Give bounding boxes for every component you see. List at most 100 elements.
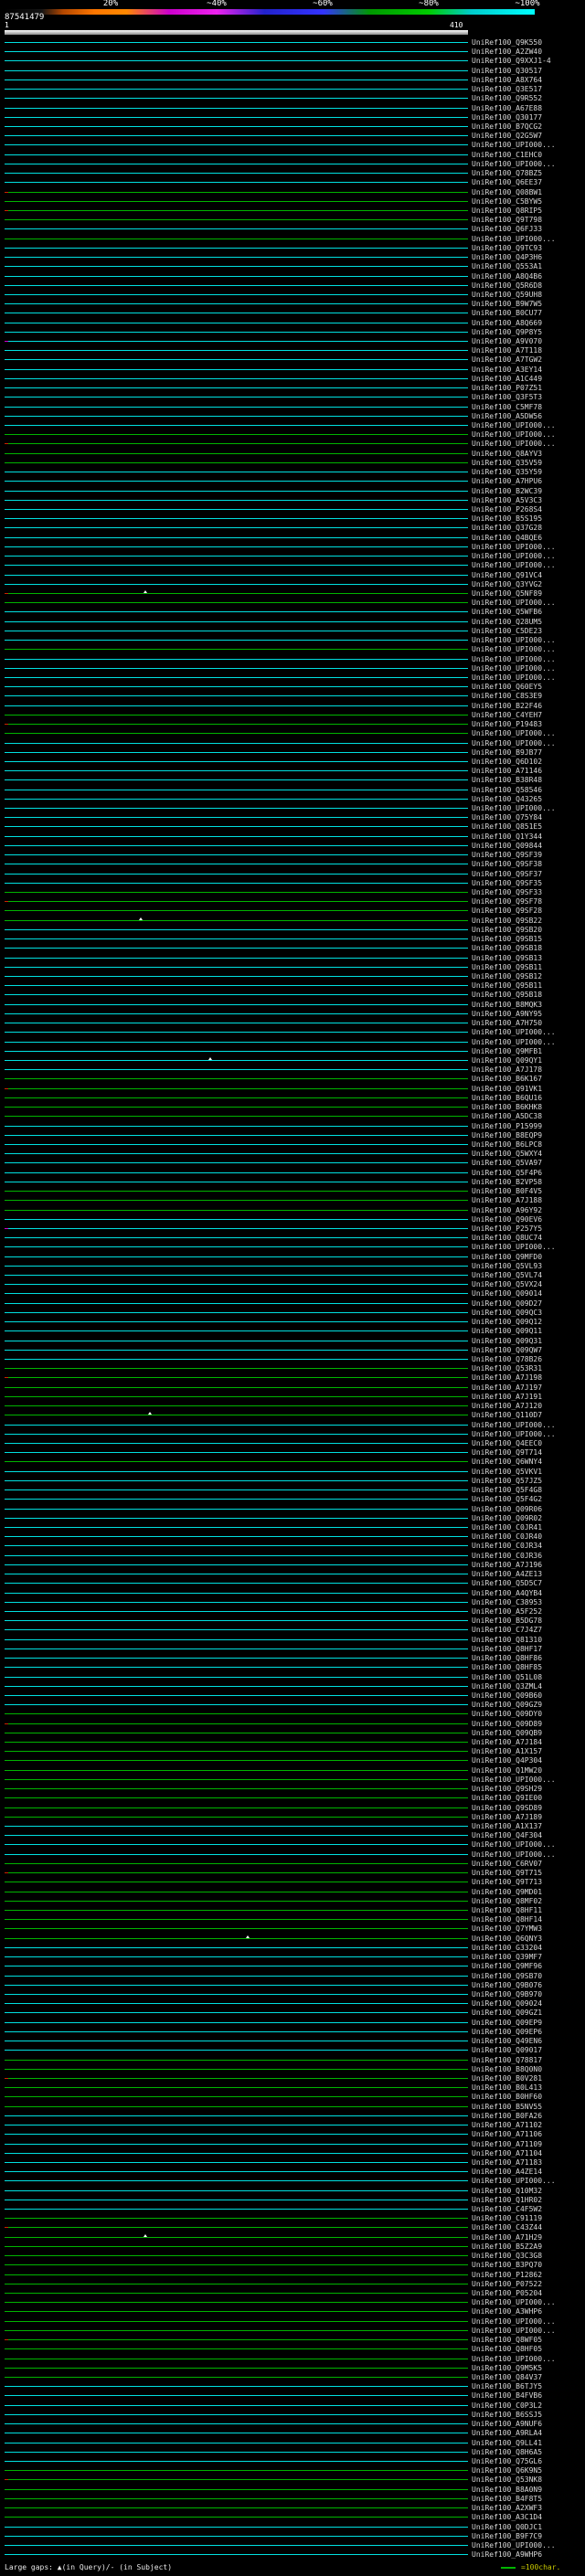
hit-line (5, 565, 468, 567)
hit-line (5, 1349, 468, 1351)
hit-label: UniRef100_UPI000... (472, 663, 556, 673)
low-identity-tick (5, 1087, 8, 1089)
hit-line (5, 1956, 468, 1958)
hit-row: UniRef100_A8Q4B6 (0, 271, 585, 281)
hit-row: UniRef100_Q09D89 (0, 1719, 585, 1728)
hit-row: UniRef100_Q09R06 (0, 1504, 585, 1513)
hit-label: UniRef100_UPI000... (472, 2298, 556, 2307)
hit-label: UniRef100_UPI000... (472, 673, 556, 682)
hit-label: UniRef100_UPI000... (472, 552, 556, 561)
hit-row: UniRef100_UPI000... (0, 551, 585, 560)
hit-label: UniRef100_A7J191 (472, 1392, 543, 1401)
gap-marker-icon (144, 589, 148, 593)
hit-row: UniRef100_P05204 (0, 2288, 585, 2297)
hit-row: UniRef100_A4ZE13 (0, 1569, 585, 1578)
hit-label: UniRef100_A7J198 (472, 1373, 543, 1383)
hit-row: UniRef100_B6TJY5 (0, 2381, 585, 2390)
low-identity-tick (5, 1227, 8, 1229)
hit-label: UniRef100_A5DC38 (472, 1112, 543, 1121)
hit-label: UniRef100_Q9T714 (472, 1448, 543, 1458)
hit-row: UniRef100_Q60EY5 (0, 682, 585, 691)
hit-row: UniRef100_Q9P8Y5 (0, 327, 585, 336)
hit-label: UniRef100_A7J120 (472, 1402, 543, 1411)
gap-marker-icon (208, 1056, 213, 1060)
hit-row: UniRef100_A7J184 (0, 1737, 585, 1746)
hit-row: UniRef100_A7J189 (0, 1812, 585, 1821)
hit-row: UniRef100_Q5WFB6 (0, 607, 585, 616)
hit-label: UniRef100_UPI000... (472, 1429, 556, 1438)
hit-row: UniRef100_Q30177 (0, 112, 585, 122)
hit-line (5, 882, 468, 884)
hit-row: UniRef100_UPI000... (0, 1775, 585, 1784)
hit-line (5, 2068, 468, 2070)
low-identity-tick (5, 2339, 8, 2341)
hit-line (5, 144, 468, 146)
hit-row: UniRef100_A7HPU6 (0, 476, 585, 485)
hit-row: UniRef100_Q6K9N5 (0, 2465, 585, 2475)
hit-row: UniRef100_Q5VA97 (0, 1158, 585, 1167)
hit-row: UniRef100_Q8RIP5 (0, 206, 585, 215)
hit-line (5, 928, 468, 930)
hit-row: UniRef100_UPI000... (0, 1420, 585, 1429)
low-identity-tick (5, 443, 8, 445)
hit-label: UniRef100_Q95B11 (472, 981, 543, 991)
hit-row: UniRef100_Q09Q31 (0, 1336, 585, 1345)
hit-row: UniRef100_Q9SB22 (0, 916, 585, 925)
hit-line (5, 1620, 468, 1622)
hit-label: UniRef100_B9JB77 (472, 747, 543, 757)
hit-line (5, 2479, 468, 2481)
hit-line (5, 406, 468, 408)
hit-line (5, 1862, 468, 1864)
hit-line (5, 2012, 468, 2014)
hit-line (5, 1564, 468, 1565)
hit-label: UniRef100_UPI000... (472, 654, 556, 663)
hit-line (5, 620, 468, 622)
hit-line (5, 1275, 468, 1277)
hit-line (5, 1685, 468, 1687)
hit-row: UniRef100_B0CU77 (0, 308, 585, 317)
hit-line (5, 798, 468, 800)
hit-line (5, 760, 468, 762)
hit-row: UniRef100_C43Z44 (0, 2222, 585, 2231)
hit-label: UniRef100_UPI000... (472, 2177, 556, 2186)
hit-line (5, 107, 468, 109)
hit-row: UniRef100_A8X764 (0, 75, 585, 84)
hit-line (5, 742, 468, 744)
hit-row: UniRef100_B5DG78 (0, 1616, 585, 1625)
hit-line (5, 1554, 468, 1556)
hit-label: UniRef100_C0JR36 (472, 1551, 543, 1560)
hit-label: UniRef100_Q4P3H6 (472, 253, 543, 262)
hit-line (5, 2451, 468, 2453)
hit-line (5, 1125, 468, 1127)
hit-row: UniRef100_B38R48 (0, 775, 585, 784)
hit-row: UniRef100_B8A0N9 (0, 2485, 585, 2494)
hit-label: UniRef100_Q6K9N5 (472, 2466, 543, 2475)
hit-line (5, 2264, 468, 2266)
hit-row: UniRef100_B9W7W5 (0, 299, 585, 308)
hit-label: UniRef100_Q8H6A5 (472, 2447, 543, 2456)
hit-label: UniRef100_Q9SB11 (472, 962, 543, 971)
hit-row: UniRef100_UPI000... (0, 2326, 585, 2335)
hit-line (5, 1760, 468, 1762)
hit-label: UniRef100_Q09QC3 (472, 1308, 543, 1317)
hit-row: UniRef100_UPI000... (0, 560, 585, 569)
hit-row: UniRef100_Q8MF02 (0, 1896, 585, 1905)
hit-row: UniRef100_UPI000... (0, 644, 585, 653)
hit-line (5, 1742, 468, 1744)
hit-label: UniRef100_B6LPC8 (472, 1140, 543, 1149)
hit-line (5, 2021, 468, 2023)
hit-label: UniRef100_Q9SB22 (472, 916, 543, 925)
hit-line (5, 1853, 468, 1855)
hit-label: UniRef100_B3PQ70 (472, 2261, 543, 2270)
hit-row: UniRef100_Q78BZ5 (0, 168, 585, 177)
hit-label: UniRef100_A8Q4B6 (472, 271, 543, 281)
hit-label: UniRef100_C8S3E9 (472, 692, 543, 701)
hit-label: UniRef100_Q5NF89 (472, 588, 543, 598)
hit-label: UniRef100_A71183 (472, 2157, 543, 2167)
hit-label: UniRef100_B8Q0N0 (472, 2064, 543, 2073)
hit-label: UniRef100_Q09017 (472, 2046, 543, 2055)
hit-row: UniRef100_Q10M32 (0, 2186, 585, 2195)
hit-label: UniRef100_Q09844 (472, 841, 543, 850)
hit-label: UniRef100_A7J178 (472, 1065, 543, 1075)
hit-line (5, 1778, 468, 1780)
